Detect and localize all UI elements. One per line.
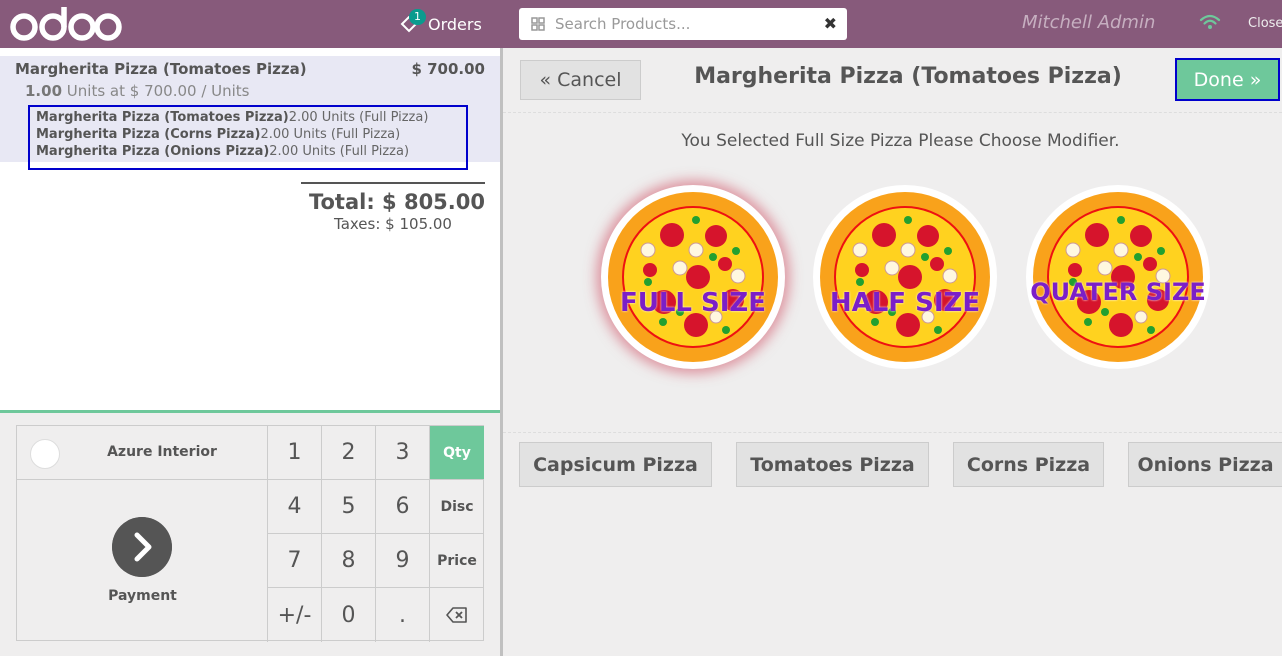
cancel-button[interactable]: « Cancel [520,60,641,100]
numpad-key-1[interactable]: 1 [268,426,322,480]
numpad-key-7[interactable]: 7 [268,534,322,588]
chevron-right-icon [112,517,172,577]
modifier-line: Margherita Pizza (Onions Pizza)2.00 Unit… [36,143,460,160]
modifier-popup: « Cancel Margherita Pizza (Tomatoes Pizz… [503,48,1282,656]
size-option-half[interactable]: HALF SIZE [813,185,997,369]
modifier-button-corns[interactable]: Corns Pizza [953,442,1104,487]
size-label: QUATER SIZE [1030,278,1206,306]
numpad-key-0[interactable]: 0 [322,588,376,642]
payment-label: Payment [108,588,177,604]
orders-label: Orders [428,14,482,34]
order-line-units-text: Units at $ 700.00 / Units [66,82,250,100]
modifier-line-name: Margherita Pizza (Corns Pizza) [36,127,261,142]
payment-button[interactable]: Payment [17,480,268,642]
mode-price-button[interactable]: Price [430,534,484,588]
modifier-line-detail: 2.00 Units (Full Pizza) [288,110,429,125]
numpad-key-5[interactable]: 5 [322,480,376,534]
mode-disc-button[interactable]: Disc [430,480,484,534]
modifier-line-name: Margherita Pizza (Tomatoes Pizza) [36,110,289,125]
order-line-qty: 1.00 [25,82,63,100]
modifier-line-detail: 2.00 Units (Full Pizza) [260,127,401,142]
numpad-key-2[interactable]: 2 [322,426,376,480]
order-line-price: $ 700.00 [411,60,485,78]
order-line-name: Margherita Pizza (Tomatoes Pizza) [15,60,307,78]
numpad-key-4[interactable]: 4 [268,480,322,534]
search-input[interactable] [555,8,815,40]
size-option-quarter[interactable]: QUATER SIZE [1026,185,1210,369]
backspace-icon [446,607,467,623]
order-taxes: Taxes: $ 105.00 [334,215,452,233]
numpad-key-8[interactable]: 8 [322,534,376,588]
order-line-units: 1.00 Units at $ 700.00 / Units [25,82,250,100]
clear-icon[interactable]: ✖ [824,14,837,33]
numpad-key-plus-minus[interactable]: +/- [268,588,322,642]
backspace-button[interactable] [430,588,484,642]
done-button[interactable]: Done » [1175,58,1280,101]
instruction-text: You Selected Full Size Pizza Please Choo… [681,131,1120,151]
mode-qty-button[interactable]: Qty [430,426,484,480]
control-pad: Azure Interior Payment 1 2 3 Qty 4 5 6 D… [0,410,500,656]
search-grid-icon [531,17,545,31]
divider [503,112,1282,113]
modifier-line: Margherita Pizza (Tomatoes Pizza)2.00 Un… [36,109,460,126]
size-label: FULL SIZE [619,288,767,318]
order-summary: Total: $ 805.00 Taxes: $ 105.00 [301,182,485,233]
size-option-full[interactable]: FULL SIZE [601,185,785,369]
popup-title: Margherita Pizza (Tomatoes Pizza) [694,64,1122,89]
size-label: HALF SIZE [829,288,981,318]
modifier-line-name: Margherita Pizza (Onions Pizza) [36,144,270,159]
modifier-button-capsicum[interactable]: Capsicum Pizza [519,442,712,487]
user-name[interactable]: Mitchell Admin [1022,12,1155,33]
pad-box: Azure Interior Payment 1 2 3 Qty 4 5 6 D… [16,425,484,642]
close-button[interactable]: Close [1248,16,1282,31]
numpad-key-dot[interactable]: . [376,588,430,642]
modifier-line: Margherita Pizza (Corns Pizza)2.00 Units… [36,126,460,143]
divider [503,432,1282,433]
modifier-button-onions[interactable]: Onions Pizza [1128,442,1282,487]
numpad-key-6[interactable]: 6 [376,480,430,534]
customer-name: Azure Interior [107,444,217,460]
odoo-logo[interactable] [10,3,122,45]
search-box: ✖ [519,8,847,40]
order-total: Total: $ 805.00 [308,190,485,214]
modifier-line-detail: 2.00 Units (Full Pizza) [269,144,410,159]
customer-button[interactable]: Azure Interior [17,426,268,480]
modifier-lines: Margherita Pizza (Tomatoes Pizza)2.00 Un… [28,105,468,170]
top-bar: Orders 1 ✖ Mitchell Admin Close [0,0,1282,48]
modifier-button-tomatoes[interactable]: Tomatoes Pizza [736,442,929,487]
numpad: 1 2 3 Qty 4 5 6 Disc 7 8 9 Price +/- 0 . [268,426,484,642]
numpad-key-3[interactable]: 3 [376,426,430,480]
wifi-icon [1199,14,1221,29]
order-line[interactable]: Margherita Pizza (Tomatoes Pizza) $ 700.… [0,56,500,170]
numpad-key-9[interactable]: 9 [376,534,430,588]
orders-count-badge: 1 [409,9,426,25]
avatar [30,439,60,469]
